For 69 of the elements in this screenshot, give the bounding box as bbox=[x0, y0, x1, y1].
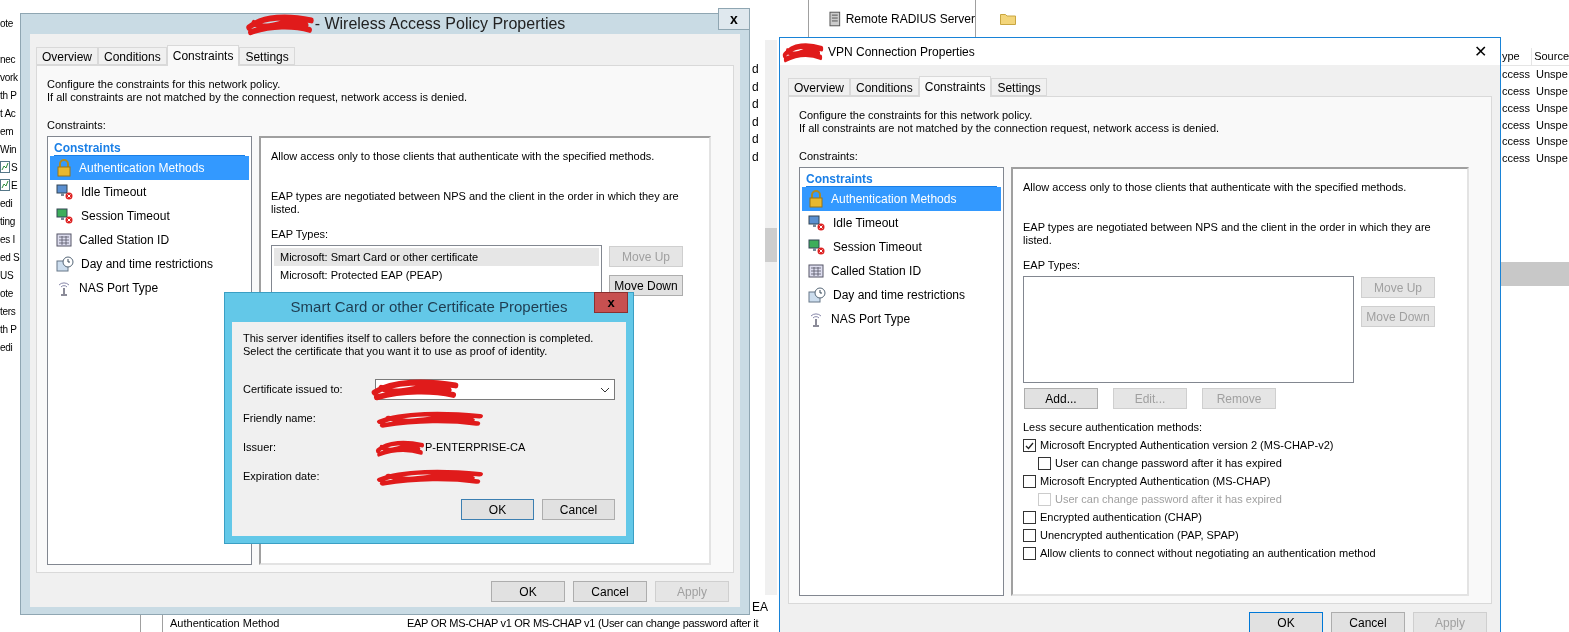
table-cell-text: Unspe bbox=[1535, 67, 1568, 83]
table-cell-text: Unspe bbox=[1535, 151, 1568, 167]
tree-node-text: th P bbox=[0, 322, 17, 337]
eap-types-label: EAP Types: bbox=[1023, 257, 1082, 273]
window-title: - Wireless Access Policy Properties bbox=[314, 14, 566, 34]
instruction-text: This server identifies itself to callers before the connection is completed. Select the certificate that you want it to use as proof of identity. bbox=[243, 332, 595, 358]
checkbox-label: Allow clients to connect without negotiating an authentication method bbox=[1040, 546, 1376, 562]
tree-node-text: Win bbox=[0, 142, 17, 157]
field-label: Friendly name: bbox=[243, 411, 317, 427]
methods-label: Less secure authentication methods: bbox=[1023, 420, 1204, 435]
table-cell-text: Unspe bbox=[1535, 83, 1568, 99]
section-label: Constraints: bbox=[799, 150, 859, 163]
tree-node-text: S bbox=[11, 160, 18, 175]
tree-node-text: edi bbox=[0, 196, 13, 211]
table-cell-text: ccess bbox=[1501, 151, 1532, 167]
checkbox-label: Encrypted authentication (CHAP) bbox=[1040, 510, 1203, 526]
field-value: P-ENTERPRISE-CA bbox=[425, 440, 526, 456]
description-text: Configure the constraints for this network policy. bbox=[47, 78, 282, 91]
window-title: Smart Card or other Certificate Properties bbox=[290, 297, 568, 318]
checkbox-label: Unencrypted authentication (PAP, SPAP) bbox=[1040, 528, 1239, 544]
field-label: Issuer: bbox=[243, 440, 277, 456]
description-text: Configure the constraints for this network policy. bbox=[799, 109, 1034, 122]
table-cell-text: ccess bbox=[1501, 67, 1532, 83]
table-cell-text: d bbox=[752, 61, 759, 78]
tree-node-text: es I bbox=[0, 232, 15, 247]
tree-node-text: vork bbox=[0, 70, 18, 85]
section-label: Constraints: bbox=[47, 119, 107, 132]
table-cell-text: ccess bbox=[1501, 100, 1532, 116]
description-text: If all constraints are not matched by the connection request, network access is denied. bbox=[799, 122, 1221, 135]
intro-text: Allow access only to those clients that authenticate with the specified methods. bbox=[271, 149, 656, 164]
tree-node-text: th P bbox=[0, 88, 17, 103]
table-cell-text: ccess bbox=[1501, 134, 1532, 150]
tree-node-text: nec bbox=[0, 52, 16, 67]
tree-node-text: ters bbox=[0, 304, 16, 319]
checkbox-label: User can change password after it has expired bbox=[1055, 456, 1282, 472]
table-cell-text: Authentication Method bbox=[170, 616, 280, 631]
tree-node-text: ote bbox=[0, 16, 13, 31]
table-cell-text: d bbox=[752, 96, 759, 113]
table-cell: d bbox=[752, 78, 759, 96]
tree-node-text: t Ac bbox=[0, 106, 16, 121]
table-cell-text: Unspe bbox=[1535, 100, 1568, 116]
tree-node-text: ting bbox=[0, 214, 15, 229]
table-cell-text: Unspe bbox=[1535, 117, 1568, 133]
tree-node-text: ote bbox=[0, 286, 13, 301]
tree-node-text: edi bbox=[0, 340, 13, 355]
table-cell: d bbox=[752, 113, 759, 131]
checkbox-label: User can change password after it has expired bbox=[1055, 492, 1282, 508]
tree-node-text: ed S bbox=[0, 250, 20, 265]
intro-text: Allow access only to those clients that authenticate with the specified methods. bbox=[1023, 180, 1408, 195]
table-cell-text: ccess bbox=[1501, 117, 1532, 133]
eap-types-label: EAP Types: bbox=[271, 226, 330, 242]
checkbox-label: Microsoft Encrypted Authentication version 2 (MS-CHAP-v2) bbox=[1040, 438, 1334, 454]
table-cell-text: EAP OR MS-CHAP v1 OR MS-CHAP v1 (User can change password after it bbox=[407, 616, 759, 631]
checkbox-label: Microsoft Encrypted Authentication (MS-CHAP) bbox=[1040, 474, 1271, 490]
window-title: VPN Connection Properties bbox=[828, 43, 975, 61]
table-cell-text: EA bbox=[752, 599, 768, 616]
table-cell-text: d bbox=[752, 131, 759, 148]
field-label: Certificate issued to: bbox=[243, 382, 344, 398]
table-cell: d bbox=[752, 148, 759, 166]
description-text: If all constraints are not matched by the connection request, network access is denied. bbox=[47, 91, 469, 104]
tree-node-text: em bbox=[0, 124, 14, 139]
table-cell-text: Unspe bbox=[1535, 134, 1568, 150]
table-cell-text: ccess bbox=[1501, 83, 1532, 99]
tree-node-text: US bbox=[0, 268, 14, 283]
field-label: Expiration date: bbox=[243, 469, 321, 485]
eap-note: EAP types are negotiated between NPS and the client in the order in which they are listed. bbox=[1023, 220, 1432, 247]
tree-node-text: E bbox=[11, 178, 18, 193]
eap-note: EAP types are negotiated between NPS and the client in the order in which they are listed. bbox=[271, 189, 680, 216]
tree-node-text: Remote RADIUS Server bbox=[845, 10, 975, 28]
